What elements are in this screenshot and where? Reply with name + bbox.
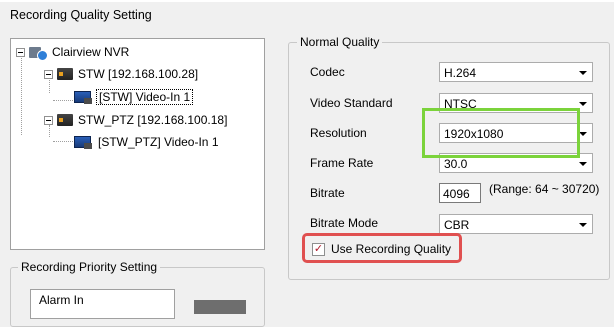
- priority-button[interactable]: [194, 300, 246, 314]
- dropdown-arrow-icon: [579, 71, 587, 75]
- window-top-edge: [0, 0, 614, 2]
- normal-quality-legend: Normal Quality: [297, 35, 383, 49]
- bitrate-value: 4096: [443, 187, 470, 201]
- collapse-icon[interactable]: [44, 69, 53, 79]
- bitrate-mode-value: CBR: [444, 218, 470, 232]
- tree-item-stw-ptz[interactable]: STW_PTZ [192.168.100.18]: [44, 111, 227, 129]
- bitrate-label: Bitrate: [310, 186, 345, 200]
- alarm-in-label: Alarm In: [39, 293, 84, 307]
- camera-icon: [74, 136, 92, 149]
- tree-item-label: Clairview NVR: [52, 45, 130, 59]
- video-standard-label: Video Standard: [310, 96, 393, 110]
- codec-value: H.264: [444, 66, 477, 80]
- tree-item-label: [STW_PTZ] Video-In 1: [98, 135, 219, 149]
- collapse-icon[interactable]: [16, 47, 25, 57]
- dropdown-arrow-icon: [579, 162, 587, 166]
- tree-item-stw[interactable]: STW [192.168.100.28]: [44, 65, 198, 83]
- recording-priority-legend: Recording Priority Setting: [18, 260, 161, 274]
- device-tree[interactable]: Clairview NVR STW [192.168.100.28] [STW]…: [10, 38, 265, 250]
- codec-label: Codec: [310, 65, 345, 79]
- tree-item-label: STW [192.168.100.28]: [78, 67, 199, 81]
- nvr-icon: [29, 44, 48, 61]
- collapse-icon[interactable]: [44, 115, 53, 125]
- bitrate-mode-label: Bitrate Mode: [310, 216, 379, 230]
- alarm-in-item[interactable]: Alarm In: [30, 289, 175, 319]
- dropdown-arrow-icon: [579, 132, 587, 136]
- codec-select[interactable]: H.264: [439, 62, 593, 82]
- resolution-label: Resolution: [310, 126, 367, 140]
- dropdown-arrow-icon: [579, 223, 587, 227]
- camera-icon: [74, 91, 92, 104]
- tree-connector: [21, 55, 22, 135]
- dvr-icon: [57, 68, 73, 80]
- tree-item-label: STW_PTZ [192.168.100.18]: [78, 113, 228, 127]
- frame-rate-label: Frame Rate: [310, 156, 374, 170]
- bitrate-mode-select[interactable]: CBR: [439, 214, 593, 234]
- dropdown-arrow-icon: [579, 102, 587, 106]
- tree-connector: [53, 141, 73, 142]
- bitrate-input[interactable]: 4096: [439, 183, 481, 203]
- window-title: Recording Quality Setting: [10, 8, 152, 22]
- tree-item-label: [STW] Video-In 1: [96, 89, 194, 105]
- bitrate-range-hint: (Range: 64 ~ 30720): [489, 182, 600, 196]
- tree-connector: [53, 100, 73, 101]
- resolution-highlight-box: [422, 108, 580, 158]
- tree-item-nvr[interactable]: Clairview NVR: [16, 43, 129, 61]
- tree-item-stw-ptz-video-in-1[interactable]: [STW_PTZ] Video-In 1: [74, 133, 221, 151]
- use-recording-quality-highlight-box: [302, 233, 462, 263]
- frame-rate-value: 30.0: [444, 157, 468, 171]
- dvr-icon: [57, 114, 73, 126]
- tree-item-stw-video-in-1[interactable]: [STW] Video-In 1: [74, 88, 194, 106]
